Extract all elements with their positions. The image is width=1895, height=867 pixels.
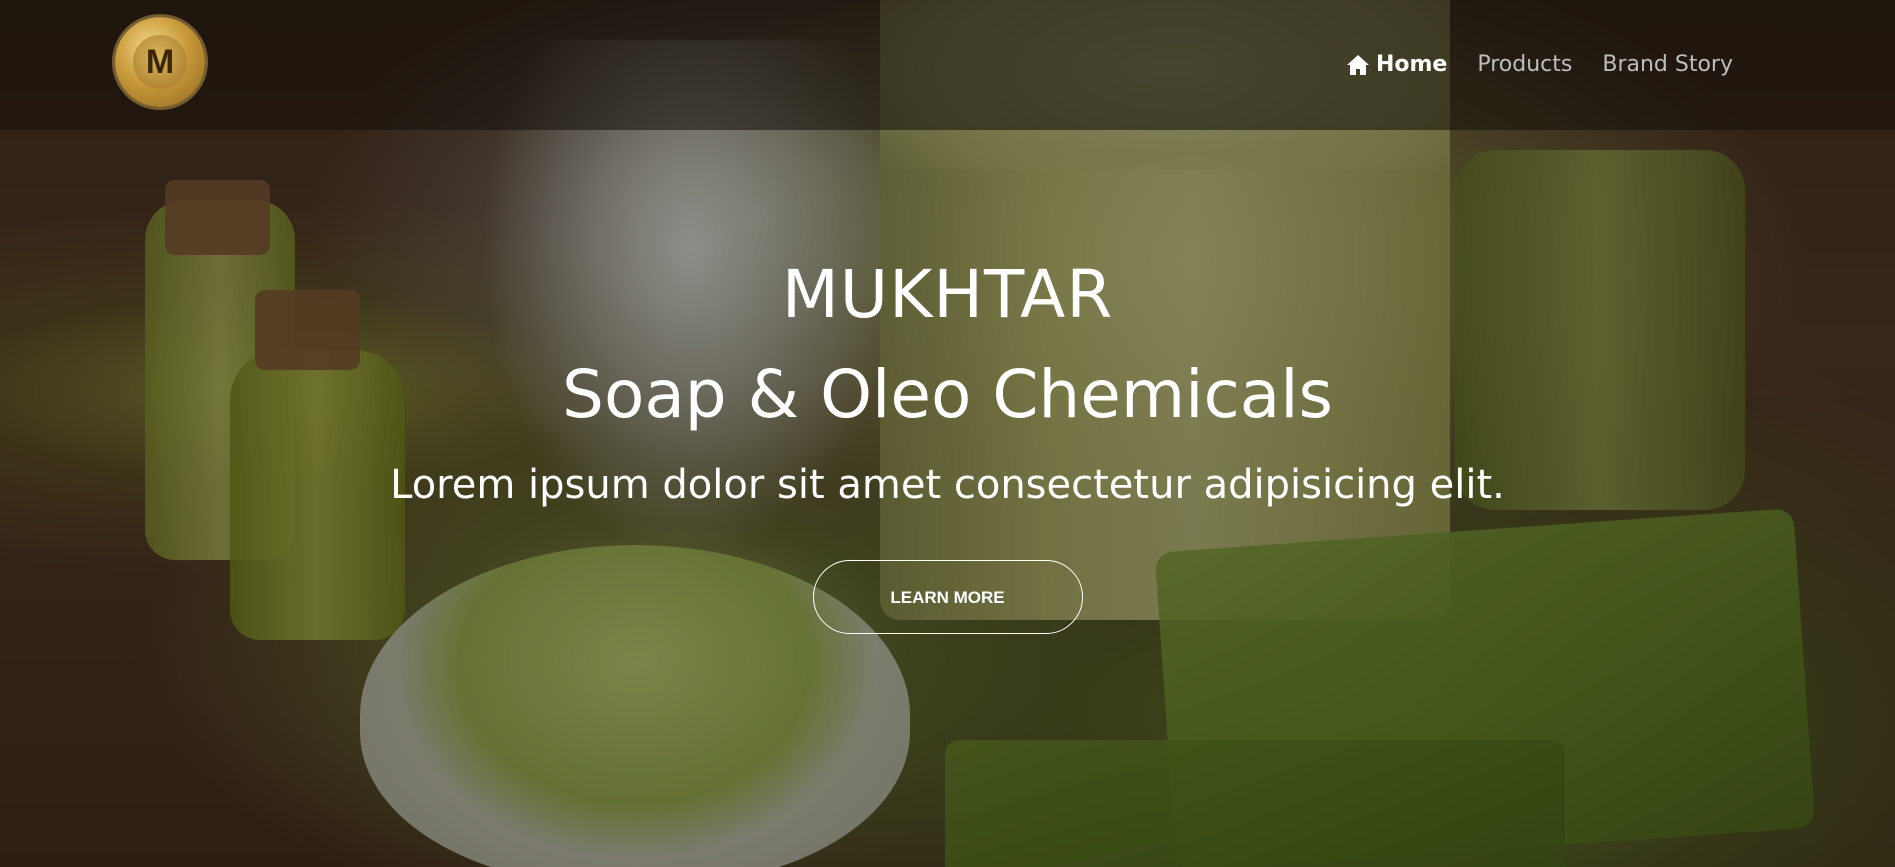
home-icon: [1346, 54, 1369, 75]
nav-item-label: Brand Story: [1602, 52, 1733, 77]
brand-logo[interactable]: M: [115, 17, 205, 107]
learn-more-button[interactable]: LEARN MORE: [812, 560, 1083, 634]
hero-section: M Home Products Brand Story MUKHTAR Soap…: [0, 0, 1895, 867]
nav-item-label: Home: [1375, 52, 1448, 77]
navbar: M Home Products Brand Story: [0, 0, 1895, 130]
main-nav: Home Products Brand Story: [1346, 52, 1733, 77]
logo-letter: M: [133, 35, 187, 89]
nav-item-products[interactable]: Products: [1477, 52, 1572, 77]
hero-brand: MUKHTAR: [781, 256, 1114, 333]
hero-subtitle: Lorem ipsum dolor sit amet consectetur a…: [390, 462, 1505, 508]
nav-item-brand-story[interactable]: Brand Story: [1602, 52, 1733, 77]
nav-item-home[interactable]: Home: [1346, 52, 1447, 77]
nav-item-label: Products: [1477, 52, 1573, 77]
hero-content: MUKHTAR Soap & Oleo Chemicals Lorem ipsu…: [0, 250, 1895, 634]
hero-title: Soap & Oleo Chemicals: [562, 356, 1333, 433]
